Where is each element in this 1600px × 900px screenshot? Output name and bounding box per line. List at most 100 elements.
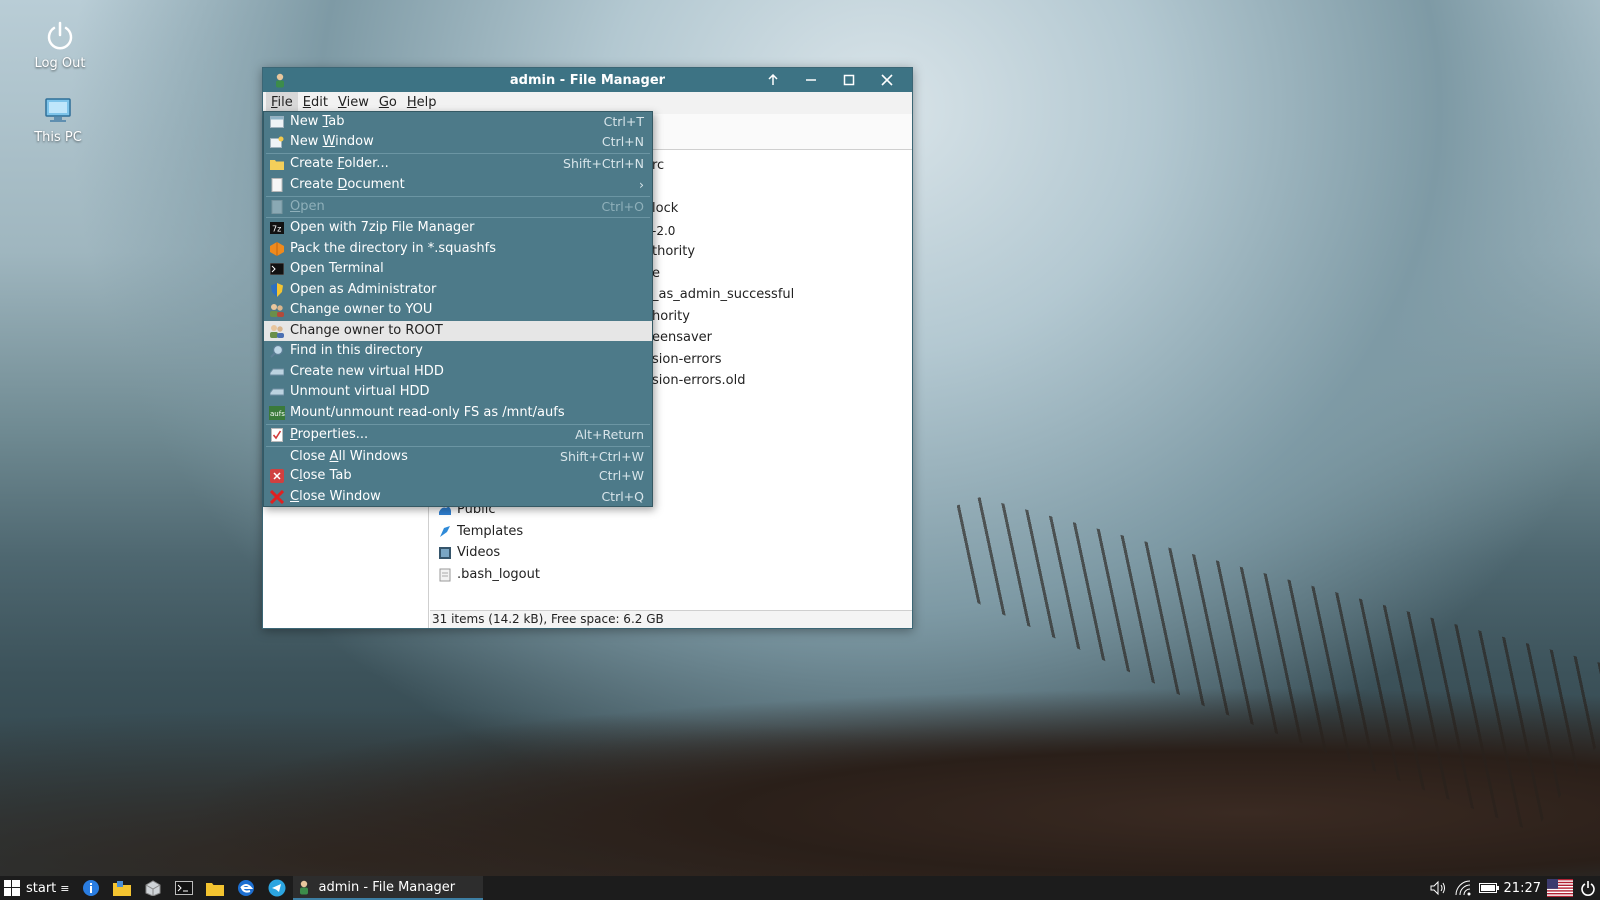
file-item[interactable]: .bash_logout bbox=[438, 565, 540, 585]
up-arrow-icon bbox=[768, 74, 778, 85]
file-item[interactable]: eensaver bbox=[652, 328, 712, 348]
menu-item-pack-squashfs[interactable]: Pack the directory in *.squashfs bbox=[264, 239, 652, 259]
menu-item-create-virtual-hdd[interactable]: Create new virtual HDD bbox=[264, 362, 652, 382]
menu-item-label: older... bbox=[344, 156, 389, 171]
menu-item-close-window[interactable]: Close Window Ctrl+Q bbox=[264, 487, 652, 507]
quick-launch-folder[interactable] bbox=[200, 876, 231, 900]
desktop-icon-label: Log Out bbox=[34, 56, 86, 71]
tray-keyboard-layout[interactable] bbox=[1545, 876, 1575, 900]
menu-item-properties[interactable]: Properties... Alt+Return bbox=[264, 425, 652, 445]
file-item[interactable]: Videos bbox=[438, 543, 500, 563]
hdd-icon bbox=[269, 384, 285, 400]
menu-item-label: Open Terminal bbox=[290, 261, 384, 276]
file-item[interactable]: rc bbox=[652, 156, 664, 176]
menu-item-change-owner-you[interactable]: Change owner to YOU bbox=[264, 300, 652, 320]
file-item[interactable]: sion-errors.old bbox=[652, 371, 745, 391]
menu-item-mount-aufs[interactable]: aufs Mount/unmount read-only FS as /mnt/… bbox=[264, 403, 652, 423]
menu-item-label: lose Window bbox=[299, 489, 381, 504]
file-name: sion-errors.old bbox=[652, 373, 746, 388]
menu-item-new-tab[interactable]: New Tab Ctrl+T bbox=[264, 112, 652, 132]
menu-item-label: New bbox=[290, 114, 323, 129]
menu-file-label: ile bbox=[277, 95, 293, 110]
hdd-icon bbox=[269, 364, 285, 380]
file-item[interactable]: lock bbox=[652, 199, 678, 219]
quick-launch-browser[interactable] bbox=[231, 876, 262, 900]
close-tab-icon bbox=[269, 468, 285, 484]
desktop-icon-this-pc[interactable]: This PC bbox=[13, 96, 103, 145]
quick-launch-info[interactable] bbox=[76, 876, 107, 900]
window-up-button[interactable] bbox=[754, 68, 792, 92]
submenu-arrow-icon: › bbox=[639, 177, 644, 192]
folder-videos-icon bbox=[439, 547, 451, 559]
menu-item-label: Pack the directory in *.squashfs bbox=[290, 241, 496, 256]
menu-item-close-all-windows[interactable]: Close All Windows Shift+Ctrl+W bbox=[264, 447, 652, 467]
window-maximize-button[interactable] bbox=[830, 68, 868, 92]
menu-item-unmount-virtual-hdd[interactable]: Unmount virtual HDD bbox=[264, 382, 652, 402]
minimize-icon bbox=[806, 79, 816, 81]
start-button[interactable]: start ≡ bbox=[0, 876, 76, 900]
svg-text:aufs: aufs bbox=[270, 410, 285, 418]
info-icon bbox=[83, 880, 99, 896]
file-item[interactable]: sion-errors bbox=[652, 350, 722, 370]
quick-launch-terminal[interactable] bbox=[169, 876, 200, 900]
volume-icon bbox=[1430, 880, 1446, 896]
window-close-button[interactable] bbox=[868, 68, 906, 92]
file-item[interactable]: hority bbox=[652, 307, 690, 327]
file-item[interactable]: -2.0 bbox=[652, 221, 675, 241]
taskbar-task-file-manager[interactable]: admin - File Manager bbox=[292, 876, 483, 900]
menu-item-mnemonic: D bbox=[337, 177, 348, 192]
file-name: Videos bbox=[457, 545, 501, 560]
menu-item-label: Create bbox=[290, 156, 338, 171]
tray-network[interactable] bbox=[1452, 876, 1477, 900]
telegram-icon bbox=[268, 879, 286, 897]
menu-item-label: Change owner to ROOT bbox=[290, 323, 443, 338]
menu-item-mnemonic: O bbox=[290, 199, 301, 214]
menu-item-change-owner-root[interactable]: Change owner to ROOT bbox=[264, 321, 652, 341]
tray-volume[interactable] bbox=[1427, 876, 1452, 900]
menu-item-new-window[interactable]: New Window Ctrl+N bbox=[264, 132, 652, 152]
menu-item-label: indow bbox=[335, 134, 374, 149]
tray-power[interactable] bbox=[1575, 876, 1600, 900]
users-icon bbox=[269, 323, 285, 339]
properties-icon bbox=[269, 427, 285, 443]
document-icon bbox=[269, 177, 285, 193]
menu-edit-label: dit bbox=[311, 95, 328, 110]
quick-launch-package-manager[interactable] bbox=[138, 876, 169, 900]
close-icon bbox=[881, 74, 893, 86]
menu-item-label: C bbox=[290, 468, 300, 483]
menu-item-shortcut: Ctrl+O bbox=[601, 199, 644, 214]
file-name: eensaver bbox=[652, 330, 713, 345]
menu-item-open-terminal[interactable]: Open Terminal bbox=[264, 259, 652, 279]
package-manager-icon bbox=[145, 880, 161, 896]
menu-item-create-folder[interactable]: Create Folder... Shift+Ctrl+N bbox=[264, 154, 652, 174]
quick-launch-file-manager[interactable] bbox=[107, 876, 138, 900]
file-item[interactable]: thority bbox=[652, 242, 695, 262]
file-name: lock bbox=[652, 201, 679, 216]
file-manager-icon bbox=[113, 881, 131, 896]
menu-item-find[interactable]: Find in this directory bbox=[264, 341, 652, 361]
svg-text:7z: 7z bbox=[272, 225, 281, 234]
file-item[interactable]: e bbox=[652, 264, 660, 284]
menu-item-open-as-admin[interactable]: Open as Administrator bbox=[264, 280, 652, 300]
menu-item-label: Find in this directory bbox=[290, 343, 423, 358]
tray-clock[interactable]: 21:27 bbox=[1502, 881, 1545, 896]
menu-item-open[interactable]: Open Ctrl+O bbox=[264, 197, 652, 217]
menu-item-close-tab[interactable]: Close Tab Ctrl+W bbox=[264, 466, 652, 486]
window-title: admin - File Manager bbox=[509, 72, 666, 88]
file-item[interactable]: _as_admin_successful bbox=[652, 285, 794, 305]
quick-launch-telegram[interactable] bbox=[262, 876, 293, 900]
text-file-icon bbox=[439, 568, 451, 582]
window-minimize-button[interactable] bbox=[792, 68, 830, 92]
window-titlebar[interactable]: admin - File Manager bbox=[263, 68, 912, 92]
menu-item-open-7zip[interactable]: 7z Open with 7zip File Manager bbox=[264, 218, 652, 238]
menu-item-label: ocument bbox=[347, 177, 405, 192]
menu-item-label: Open with 7zip File Manager bbox=[290, 220, 475, 235]
tray-battery[interactable] bbox=[1477, 876, 1502, 900]
file-item[interactable]: Templates bbox=[438, 522, 523, 542]
taskbar: start ≡ admin - File Manager 21:27 bbox=[0, 876, 1600, 900]
taskbar-task-label: admin - File Manager bbox=[318, 879, 456, 895]
desktop-icon-logout[interactable]: Log Out bbox=[15, 20, 105, 71]
menu-item-create-document[interactable]: Create Document › bbox=[264, 175, 652, 195]
users-icon bbox=[269, 302, 285, 318]
menu-item-shortcut: Shift+Ctrl+N bbox=[563, 156, 644, 171]
